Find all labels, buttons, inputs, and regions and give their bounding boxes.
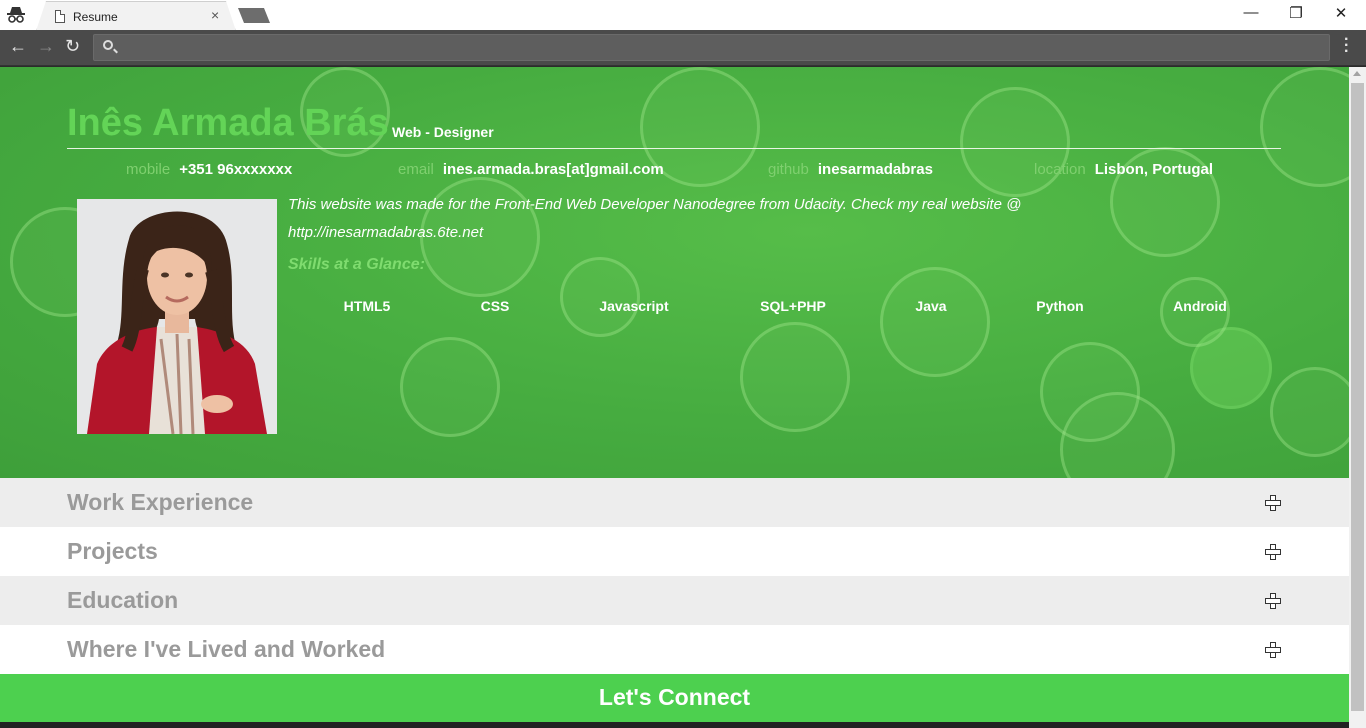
section-title: Projects <box>67 538 158 564</box>
skill-item: Javascript <box>599 298 669 314</box>
search-icon <box>103 40 113 50</box>
tab-close-icon[interactable]: × <box>211 7 219 23</box>
close-window-button[interactable]: ✕ <box>1318 4 1364 22</box>
minimize-button[interactable]: — <box>1228 4 1274 21</box>
scrollbar-thumb[interactable] <box>1351 83 1364 711</box>
person-role: Web - Designer <box>392 124 494 140</box>
section-title: Where I've Lived and Worked <box>67 636 386 662</box>
contact-value: +351 96xxxxxxx <box>179 161 293 178</box>
section-map[interactable]: Where I've Lived and Worked <box>0 625 1349 674</box>
contact-value: Lisbon, Portugal <box>1094 161 1214 178</box>
bubble-decoration <box>960 87 1070 197</box>
skill-item: Java <box>915 298 947 314</box>
contact-label: location <box>1034 161 1086 178</box>
footer-strip <box>0 722 1349 728</box>
welcome-message: This website was made for the Front-End … <box>288 196 1022 241</box>
expand-icon[interactable] <box>1265 593 1281 609</box>
skills-heading: Skills at a Glance: <box>288 256 425 273</box>
page-scrollbar[interactable] <box>1349 67 1366 728</box>
skill-item: SQL+PHP <box>760 298 826 314</box>
header-divider <box>67 148 1281 149</box>
skill-item: Android <box>1173 298 1227 314</box>
page-viewport: Inês Armada Brás Web - Designer mobile +3… <box>0 67 1349 728</box>
lets-connect-title: Let's Connect <box>598 684 751 710</box>
section-education[interactable]: Education <box>0 576 1349 625</box>
contact-mobile[interactable]: mobile +351 96xxxxxxx <box>126 161 292 178</box>
lets-connect-bar: Let's Connect <box>0 674 1349 722</box>
skill-item: Python <box>1036 298 1084 314</box>
contact-label: github <box>768 161 809 178</box>
new-tab-button[interactable] <box>238 8 270 23</box>
profile-photo <box>77 199 277 434</box>
section-title: Education <box>67 587 179 613</box>
scroll-up-icon[interactable] <box>1353 71 1361 76</box>
bubble-decoration <box>400 337 500 437</box>
bubble-decoration <box>560 257 640 337</box>
section-projects[interactable]: Projects <box>0 527 1349 576</box>
browser-toolbar: ← → ↻ · · · <box>0 30 1366 66</box>
reload-button[interactable]: ↻ <box>65 36 80 57</box>
bubble-decoration <box>1260 67 1349 187</box>
expand-icon[interactable] <box>1265 544 1281 560</box>
contact-label: mobile <box>126 161 171 178</box>
address-bar[interactable] <box>93 34 1330 61</box>
bubble-decoration <box>1270 367 1349 457</box>
skill-item: CSS <box>480 298 510 314</box>
tab-resume[interactable]: Resume × <box>36 1 236 31</box>
browser-menu-button[interactable]: · · · <box>1344 32 1349 60</box>
person-name: Inês Armada Brás <box>67 102 389 144</box>
incognito-icon <box>7 7 25 23</box>
contact-label: email <box>398 161 434 178</box>
resume-header: Inês Armada Brás Web - Designer mobile +3… <box>0 67 1349 478</box>
contact-location[interactable]: location Lisbon, Portugal <box>1034 161 1213 178</box>
profile-photo-image <box>77 199 277 434</box>
contact-github[interactable]: github inesarmadabras <box>768 161 933 178</box>
back-button[interactable]: ← <box>9 36 27 57</box>
contact-value: ines.armada.bras[at]gmail.com <box>442 161 664 178</box>
skill-item: HTML5 <box>343 298 391 314</box>
expand-icon[interactable] <box>1265 495 1281 511</box>
section-work-experience[interactable]: Work Experience <box>0 478 1349 527</box>
bubble-decoration <box>880 267 990 377</box>
contact-email[interactable]: email ines.armada.bras[at]gmail.com <box>398 161 664 178</box>
expand-icon[interactable] <box>1265 642 1281 658</box>
document-icon <box>55 10 65 23</box>
bubble-decoration <box>740 322 850 432</box>
section-title: Work Experience <box>67 489 254 515</box>
forward-button[interactable]: → <box>37 36 55 57</box>
contact-value: inesarmadabras <box>817 161 933 178</box>
maximize-button[interactable]: ❐ <box>1273 4 1319 22</box>
tab-title: Resume <box>73 10 118 24</box>
browser-titlebar: Resume × — ❐ ✕ <box>0 0 1366 31</box>
